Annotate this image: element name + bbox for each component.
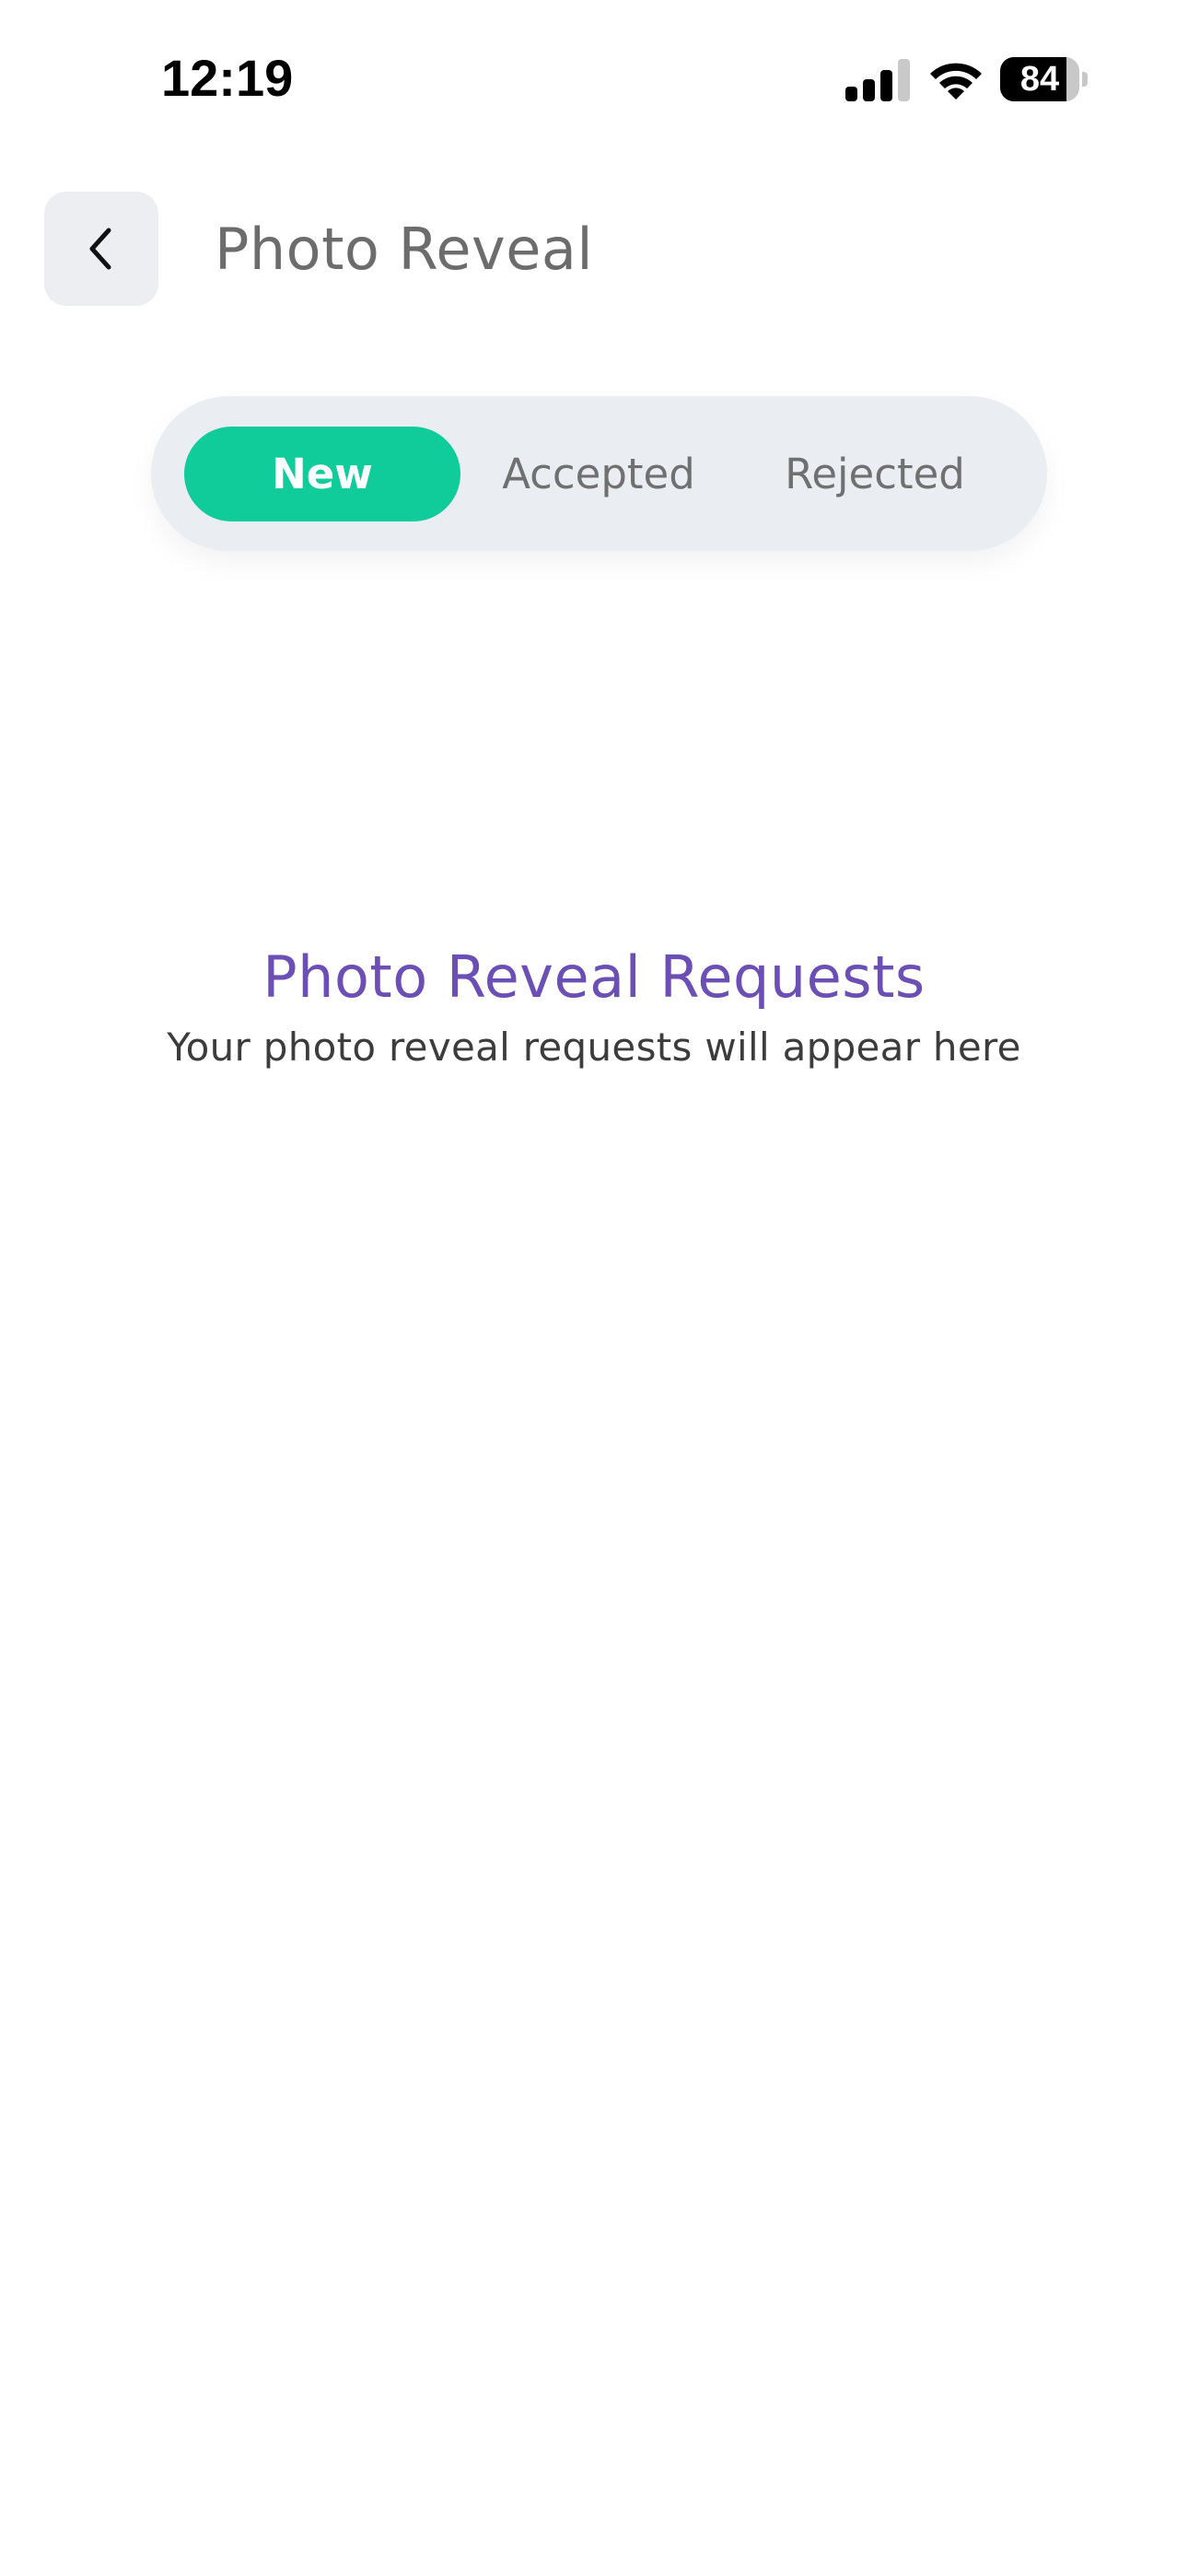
tab-new[interactable]: New	[184, 427, 460, 521]
page-title: Photo Reveal	[215, 216, 594, 283]
empty-state-title: Photo Reveal Requests	[262, 943, 926, 1011]
status-time: 12:19	[161, 49, 294, 107]
tab-accepted[interactable]: Accepted	[460, 427, 737, 521]
status-bar: 12:19 84	[0, 0, 1188, 157]
back-button[interactable]	[44, 192, 158, 306]
status-tabs: New Accepted Rejected	[151, 396, 1047, 551]
chevron-left-icon	[89, 228, 111, 270]
cellular-signal-icon	[845, 59, 912, 101]
empty-state-subtitle: Your photo reveal requests will appear h…	[167, 1025, 1021, 1070]
wifi-icon	[927, 57, 984, 101]
tab-rejected[interactable]: Rejected	[737, 427, 1013, 521]
battery-icon: 84	[1000, 57, 1089, 101]
battery-level-label: 84	[1019, 60, 1060, 99]
